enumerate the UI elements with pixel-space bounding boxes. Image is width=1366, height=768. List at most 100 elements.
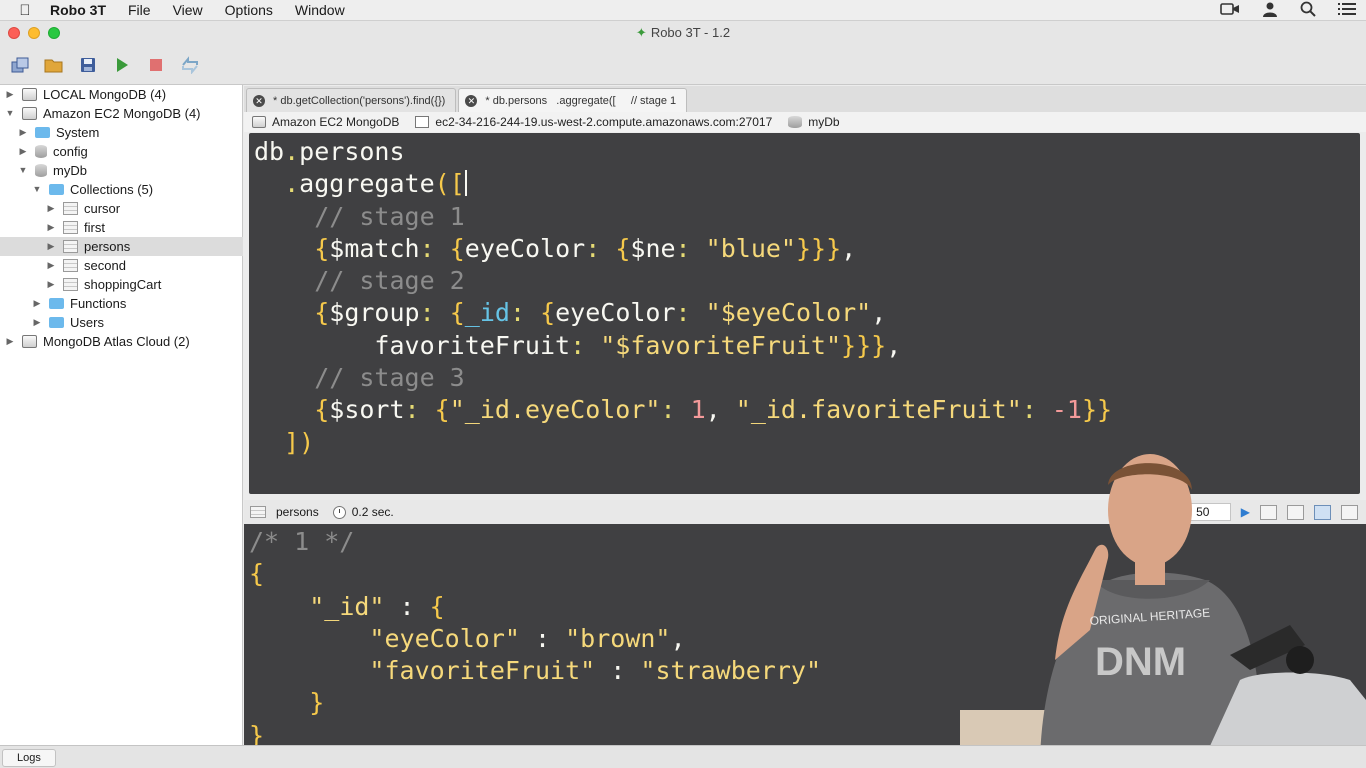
tree-item-atlas-cloud[interactable]: ▶ MongoDB Atlas Cloud (2) [4,332,190,351]
query-tabs: ✕ * db.getCollection('persons').find({})… [244,86,1366,112]
menu-window[interactable]: Window [295,2,345,18]
tab-label: * db.persons .aggregate([ // stage 1 [485,94,677,107]
tab-aggregate-persons[interactable]: ✕ * db.persons .aggregate([ // stage 1 [458,88,688,112]
query-editor[interactable]: db.persons .aggregate([ // stage 1 {$mat… [249,133,1360,494]
window-title: Robo 3T - 1.2 [650,25,731,40]
apple-icon[interactable]:  [0,2,50,19]
database-icon [788,116,803,128]
expand-arrow-icon[interactable]: ▶ [4,85,16,104]
connect-icon[interactable] [10,55,30,75]
expand-arrow-icon[interactable]: ▶ [31,313,43,332]
logs-button[interactable]: Logs [2,749,56,767]
logs-bar: Logs [0,745,1366,768]
collection-icon [63,221,78,234]
main-toolbar [0,45,1366,85]
expand-arrow-icon[interactable]: ▶ [45,275,57,294]
tree-item-persons[interactable]: ▶ persons [0,237,243,256]
close-icon[interactable]: ✕ [253,94,265,107]
expand-arrow-icon[interactable]: ▶ [45,199,57,218]
tree-item-local-mongodb[interactable]: ▶ LOCAL MongoDB (4) [4,85,167,104]
video-icon[interactable] [1220,2,1240,19]
maximize-icon[interactable] [1341,504,1358,520]
connection-host-label: ec2-34-216-244-19.us-west-2.compute.amaz… [435,115,773,129]
close-icon[interactable]: ✕ [465,94,478,107]
expand-arrow-icon[interactable]: ▶ [17,123,29,142]
tab-find-persons[interactable]: ✕ * db.getCollection('persons').find({}) [246,88,457,112]
tree-item-cursor[interactable]: ▶ cursor [45,199,121,218]
tree-item-label: myDb [53,163,87,178]
tree-item-label: config [53,144,88,159]
connection-tree: ▶ LOCAL MongoDB (4) ▼ Amazon EC2 MongoDB… [0,85,243,745]
tree-item-collections[interactable]: ▼ Collections (5) [31,180,154,199]
collapse-arrow-icon[interactable]: ▼ [31,180,43,199]
tree-item-second[interactable]: ▶ second [45,256,126,275]
tree-item-first[interactable]: ▶ first [45,218,105,237]
page-size-input[interactable]: 50 [1174,503,1231,521]
folder-icon [49,298,64,309]
tree-view-icon[interactable] [1260,504,1277,520]
search-icon[interactable] [1300,1,1316,20]
table-view-icon[interactable] [1287,504,1304,520]
tree-item-label: persons [84,239,131,254]
tree-item-label: LOCAL MongoDB (4) [43,87,167,102]
user-icon[interactable] [1262,1,1278,20]
tree-item-functions[interactable]: ▶ Functions [31,294,127,313]
connection-info-bar: Amazon EC2 MongoDB ec2-34-216-244-19.us-… [244,112,1366,132]
folder-icon [35,127,50,138]
window-zoom-button[interactable] [48,27,60,39]
connection-database-label: myDb [808,115,840,129]
text-view-icon[interactable] [1314,504,1331,520]
tree-item-label: Users [70,315,104,330]
list-icon[interactable] [1338,2,1356,19]
next-page-icon[interactable]: ▶ [1241,505,1250,519]
collapse-arrow-icon[interactable]: ▼ [17,161,29,180]
collection-icon [63,240,78,253]
run-icon[interactable] [112,55,132,75]
menu-file[interactable]: File [128,2,151,18]
window-title-bar: ✦ Robo 3T - 1.2 [0,21,1366,45]
expand-arrow-icon[interactable]: ▶ [31,294,43,313]
expand-arrow-icon[interactable]: ▶ [45,237,57,256]
tree-item-label: Amazon EC2 MongoDB (4) [43,106,201,121]
tree-item-amazon-ec2[interactable]: ▼ Amazon EC2 MongoDB (4) [4,104,201,123]
window-minimize-button[interactable] [28,27,40,39]
menu-app-name[interactable]: Robo 3T [50,2,106,18]
server-icon [22,335,37,348]
menu-view[interactable]: View [173,2,203,18]
expand-arrow-icon[interactable]: ▶ [17,142,29,161]
server-icon [252,116,266,128]
menu-options[interactable]: Options [225,2,273,18]
tree-item-label: shoppingCart [84,277,162,292]
connection-server: Amazon EC2 MongoDB [252,115,399,129]
menu-bar-status-icons [1220,0,1356,21]
robo3t-leaf-icon: ✦ [635,25,647,40]
results-text-view[interactable]: /* 1 */ { "_id" : { "eyeColor" : "brown"… [244,524,1366,745]
open-icon[interactable] [44,55,64,75]
clock-icon [332,505,346,519]
stop-icon[interactable] [150,58,162,71]
previous-page-icon[interactable]: ◀ [1156,505,1165,519]
window-close-button[interactable] [8,27,20,39]
database-icon [35,164,47,177]
collapse-arrow-icon[interactable]: ▼ [4,104,16,123]
tree-item-config[interactable]: ▶ config [17,142,88,161]
results-collection-label: persons [276,505,319,519]
expand-arrow-icon[interactable]: ▶ [45,218,57,237]
tree-item-label: System [56,125,100,140]
host-icon [415,116,430,128]
expand-arrow-icon[interactable]: ▶ [4,332,16,351]
tree-item-label: Collections (5) [70,182,154,197]
tree-item-shoppingcart[interactable]: ▶ shoppingCart [45,275,162,294]
tree-item-users[interactable]: ▶ Users [31,313,104,332]
server-icon [22,107,37,120]
tree-item-mydb[interactable]: ▼ myDb [17,161,87,180]
save-icon[interactable] [78,55,98,75]
collection-icon [63,259,78,272]
collection-icon [63,202,78,215]
text-caret [464,170,467,197]
expand-arrow-icon[interactable]: ▶ [45,256,57,275]
folder-icon [49,317,64,328]
results-time-label: 0.2 sec. [351,505,394,519]
tree-item-system[interactable]: ▶ System [17,123,100,142]
refresh-icon[interactable] [180,55,200,75]
